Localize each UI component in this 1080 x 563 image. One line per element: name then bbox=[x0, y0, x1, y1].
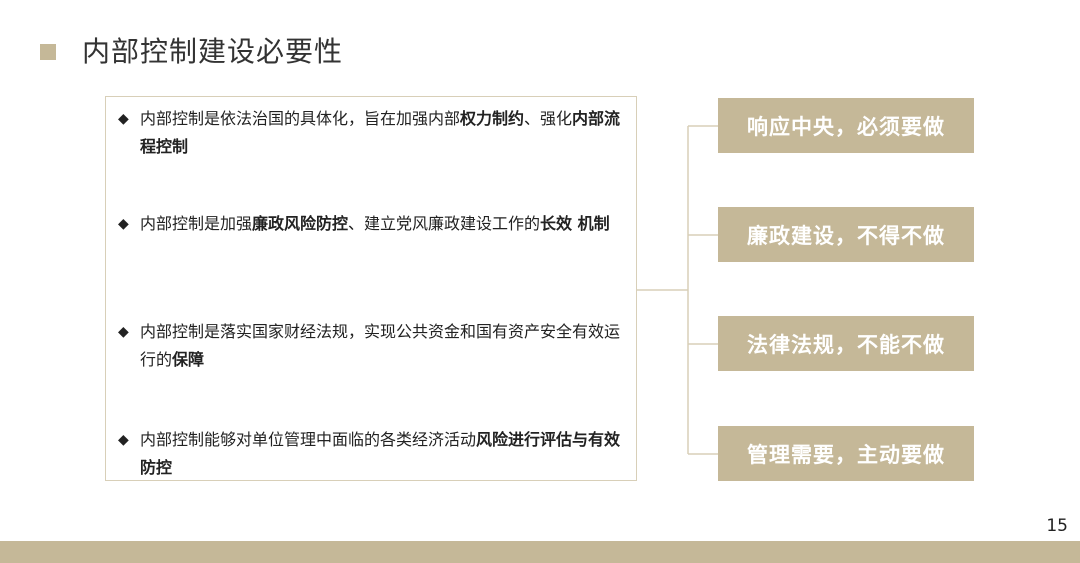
bracket-connector bbox=[636, 125, 720, 455]
reason-tag-3: 法律法规，不能不做 bbox=[718, 316, 974, 371]
diamond-bullet-icon: ◆ bbox=[118, 111, 129, 127]
reason-tag-1: 响应中央，必须要做 bbox=[718, 98, 974, 153]
slide-title: 内部控制建设必要性 bbox=[82, 35, 344, 68]
bullet-item-4: ◆ 内部控制能够对单位管理中面临的各类经济活动风险进行评估与有效防控 bbox=[118, 426, 628, 482]
bullet-item-1: ◆ 内部控制是依法治国的具体化，旨在加强内部权力制约、强化内部流程控制 bbox=[118, 105, 628, 161]
bullet-text: 内部控制能够对单位管理中面临的各类经济活动风险进行评估与有效防控 bbox=[140, 430, 621, 477]
diamond-bullet-icon: ◆ bbox=[118, 432, 129, 448]
diamond-bullet-icon: ◆ bbox=[118, 216, 129, 232]
diamond-bullet-icon: ◆ bbox=[118, 324, 129, 340]
bullet-item-3: ◆ 内部控制是落实国家财经法规，实现公共资金和国有资产安全有效运行的保障 bbox=[118, 318, 628, 374]
page-number: 15 bbox=[1046, 516, 1068, 536]
reasons-box: ◆ 内部控制是依法治国的具体化，旨在加强内部权力制约、强化内部流程控制 ◆ 内部… bbox=[105, 96, 637, 481]
bullet-text: 内部控制是依法治国的具体化，旨在加强内部权力制约、强化内部流程控制 bbox=[140, 109, 621, 156]
reason-tag-2: 廉政建设，不得不做 bbox=[718, 207, 974, 262]
reason-tag-4: 管理需要，主动要做 bbox=[718, 426, 974, 481]
footer-bar bbox=[0, 541, 1080, 563]
title-marker-square bbox=[40, 44, 56, 60]
bullet-text: 内部控制是落实国家财经法规，实现公共资金和国有资产安全有效运行的保障 bbox=[140, 322, 621, 369]
bullet-item-2: ◆ 内部控制是加强廉政风险防控、建立党风廉政建设工作的长效 机制 bbox=[118, 210, 628, 238]
bullet-text: 内部控制是加强廉政风险防控、建立党风廉政建设工作的长效 机制 bbox=[140, 214, 610, 233]
